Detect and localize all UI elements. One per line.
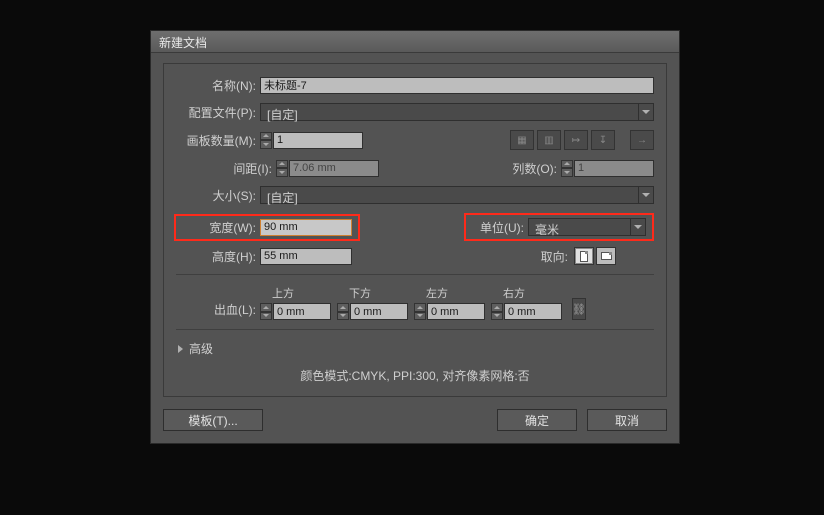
width-input[interactable]	[260, 219, 352, 236]
name-input[interactable]	[260, 77, 654, 94]
dialog-title: 新建文档	[151, 31, 679, 53]
orientation-landscape-button[interactable]	[596, 247, 616, 265]
bleed-left-spinner[interactable]	[414, 303, 426, 320]
width-highlight: 宽度(W):	[174, 214, 360, 241]
width-label: 宽度(W):	[182, 219, 260, 236]
cols-input	[574, 160, 654, 177]
arrange-row-icon[interactable]: ↦	[564, 130, 588, 150]
artboards-input[interactable]	[273, 132, 363, 149]
profile-label: 配置文件(P):	[176, 104, 260, 121]
templates-button[interactable]: 模板(T)...	[163, 409, 263, 431]
grid-by-col-icon[interactable]: ▥	[537, 130, 561, 150]
artboards-label: 画板数量(M):	[176, 132, 260, 149]
grid-by-row-icon[interactable]: ▦	[510, 130, 534, 150]
bleed-left-label: 左方	[414, 285, 448, 301]
ok-button[interactable]: 确定	[497, 409, 577, 431]
arrange-rtl-icon[interactable]: →	[630, 130, 654, 150]
size-select[interactable]: [自定]	[260, 186, 654, 204]
height-label: 高度(H):	[176, 248, 260, 265]
bleed-right-spinner[interactable]	[491, 303, 503, 320]
bleed-top-label: 上方	[260, 285, 294, 301]
bleed-right-input[interactable]	[504, 303, 562, 320]
unit-value: 毫米	[528, 218, 630, 236]
orient-label: 取向:	[532, 248, 572, 265]
bleed-right-label: 右方	[491, 285, 525, 301]
arrange-col-icon[interactable]: ↧	[591, 130, 615, 150]
bleed-bottom-input[interactable]	[350, 303, 408, 320]
divider	[176, 274, 654, 275]
orientation-portrait-button[interactable]	[574, 247, 594, 265]
profile-select[interactable]: [自定]	[260, 103, 654, 121]
bleed-bottom-spinner[interactable]	[337, 303, 349, 320]
bleed-top-input[interactable]	[273, 303, 331, 320]
chevron-down-icon[interactable]	[630, 218, 646, 236]
new-document-dialog: 新建文档 名称(N): 配置文件(P): [自定] 画板数量(M):	[150, 30, 680, 444]
bleed-label: 出血(L):	[176, 301, 260, 320]
cols-label: 列数(O):	[501, 160, 561, 177]
size-label: 大小(S):	[176, 187, 260, 204]
height-input[interactable]	[260, 248, 352, 265]
unit-label: 单位(U):	[472, 219, 528, 236]
bleed-top-spinner[interactable]	[260, 303, 272, 320]
bleed-left-input[interactable]	[427, 303, 485, 320]
advanced-disclosure[interactable]: 高级	[178, 340, 654, 357]
spacing-label: 间距(I):	[176, 160, 276, 177]
spacing-input	[289, 160, 379, 177]
unit-highlight: 单位(U): 毫米	[464, 213, 654, 241]
artboards-spinner[interactable]	[260, 132, 272, 149]
profile-value: [自定]	[260, 103, 638, 121]
options-panel: 名称(N): 配置文件(P): [自定] 画板数量(M): ▦ ▥ ↦	[163, 63, 667, 397]
chevron-down-icon[interactable]	[638, 103, 654, 121]
chevron-down-icon[interactable]	[638, 186, 654, 204]
divider	[176, 329, 654, 330]
name-label: 名称(N):	[176, 77, 260, 94]
spacing-spinner	[276, 160, 288, 177]
advanced-label: 高级	[189, 340, 213, 357]
mode-summary: 颜色模式:CMYK, PPI:300, 对齐像素网格:否	[176, 367, 654, 384]
cancel-button[interactable]: 取消	[587, 409, 667, 431]
link-bleed-icon[interactable]: ⛓	[572, 298, 586, 320]
unit-select[interactable]: 毫米	[528, 218, 646, 236]
bleed-bottom-label: 下方	[337, 285, 371, 301]
size-value: [自定]	[260, 186, 638, 204]
cols-spinner	[561, 160, 573, 177]
